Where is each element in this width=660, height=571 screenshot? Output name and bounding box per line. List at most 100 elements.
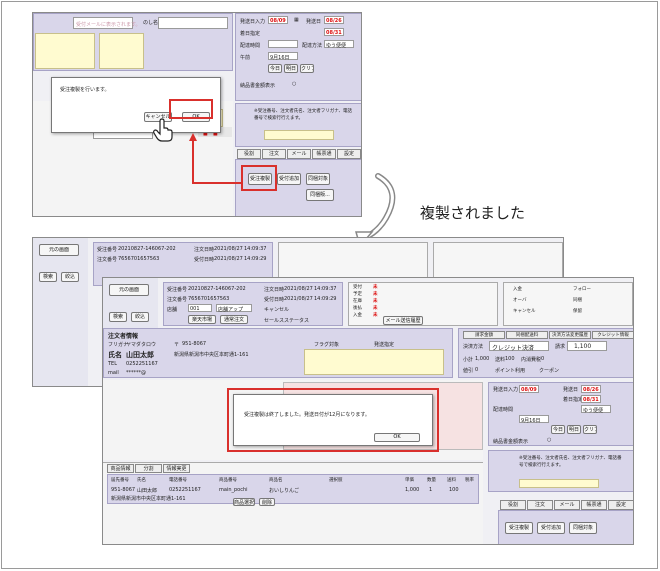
payment-tab-0[interactable]: 請求金額 bbox=[463, 331, 505, 339]
tab3-1[interactable]: 注文 bbox=[527, 500, 553, 510]
method-select[interactable]: ゆう便便 bbox=[324, 40, 354, 49]
payment-tab-1[interactable]: 同梱配送料 bbox=[506, 331, 548, 339]
search-button-3[interactable]: 検索 bbox=[109, 312, 127, 322]
method-label: 配達方法 bbox=[302, 43, 323, 49]
order-date-field[interactable]: 08/09 bbox=[268, 16, 288, 24]
column-header-3: 商品番号 bbox=[219, 478, 237, 483]
payment-method-select[interactable]: クレジット決済 bbox=[489, 341, 549, 352]
table-row[interactable]: 951-8067 山田太郎 0252251167 main_pochi おいしり… bbox=[109, 487, 477, 503]
order-date-field-3[interactable]: 08/09 bbox=[519, 385, 539, 393]
orderer-address: 新潟県新潟市中央区本町通1-161 bbox=[174, 352, 249, 358]
tab3-4[interactable]: 設定 bbox=[608, 500, 633, 510]
tab-1[interactable]: 注文 bbox=[262, 149, 286, 159]
column-header-1: 氏名 bbox=[137, 478, 146, 483]
method-select-3[interactable]: ゆう便便 bbox=[581, 405, 611, 414]
note-textarea-2[interactable] bbox=[99, 33, 144, 69]
tab3-0[interactable]: 役割 bbox=[500, 500, 526, 510]
rakuten-button[interactable]: 楽天市場 bbox=[188, 315, 216, 324]
search-button[interactable]: 検索 bbox=[39, 272, 57, 282]
tab-0[interactable]: 役割 bbox=[237, 149, 261, 159]
mail-value: ******@ bbox=[126, 370, 146, 376]
arrive-field[interactable]: 08/31 bbox=[324, 28, 344, 36]
order-number-3: 20210827-146067-202 bbox=[188, 286, 246, 292]
page-frame: 受付メールに表示されます。 のし名 発送日入力 08/09 ▦ 発送日 08/2… bbox=[1, 1, 658, 569]
right-flag-grid-3 bbox=[503, 282, 633, 326]
invoice-toggle-icon[interactable]: ○ bbox=[292, 81, 296, 87]
same-target-button[interactable]: 同梱対象 bbox=[306, 173, 330, 185]
append-button[interactable]: 受付追加 bbox=[277, 173, 301, 185]
search-input-3[interactable] bbox=[519, 479, 599, 488]
tab-3[interactable]: 帳票通 bbox=[312, 149, 336, 159]
same-add-button[interactable]: 同梱販... bbox=[306, 189, 334, 201]
invoice-label: 納品書金額表示 bbox=[240, 83, 276, 89]
tel-value: 0252251167 bbox=[126, 361, 158, 367]
delete-row-button[interactable]: 削除 bbox=[259, 498, 275, 506]
time-field-3[interactable]: 9月16日 bbox=[519, 415, 549, 424]
flag-mark-3: 未 bbox=[373, 306, 378, 311]
ship-date-field-3[interactable]: 08/26 bbox=[581, 385, 601, 393]
column-header-4: 商品名 bbox=[269, 478, 283, 483]
product-select-button[interactable]: 商品選択 bbox=[233, 498, 255, 506]
flag-grid-3 bbox=[348, 282, 498, 326]
same-target-button-3[interactable]: 同梱対象 bbox=[569, 522, 597, 534]
store-name[interactable]: 店舗アップ bbox=[216, 304, 252, 313]
column-header-8: 送料 bbox=[447, 478, 456, 483]
column-header-5: 選択肢 bbox=[329, 478, 343, 483]
copy-order-button-3[interactable]: 受注複製 bbox=[505, 522, 533, 534]
right-flag-0: 入金 bbox=[513, 287, 522, 292]
normal-order-button[interactable]: 通常注文 bbox=[220, 315, 248, 324]
right-flag-5: 保留 bbox=[573, 309, 582, 314]
tab-2[interactable]: メール bbox=[287, 149, 311, 159]
order-header-3: 受注番号 20210827-146067-202 注文日時 2021/08/27… bbox=[163, 282, 343, 326]
flag-label-3: 後払 bbox=[353, 306, 362, 311]
flag-mark-2: 未 bbox=[373, 299, 378, 304]
product-tab-0[interactable]: 商品情報 bbox=[107, 464, 134, 473]
search-input[interactable] bbox=[264, 130, 334, 140]
today-button[interactable]: 今日 bbox=[268, 64, 282, 73]
back-button-3[interactable]: 元の画面 bbox=[109, 284, 149, 296]
today-button-3[interactable]: 今日 bbox=[551, 425, 565, 434]
note-textarea[interactable] bbox=[35, 33, 95, 69]
right-flag-1: フォロー bbox=[573, 287, 591, 292]
mail-history-button[interactable]: メール送信履歴 bbox=[383, 316, 423, 325]
zip-value: 951-8067 bbox=[182, 341, 207, 347]
column-header-0: 届先番号 bbox=[111, 478, 129, 483]
search-hint: ※受注番号、注文者氏名、注文者フリガナ、電話番号で検索行行えます。 bbox=[254, 109, 353, 121]
note-field[interactable] bbox=[158, 17, 228, 29]
tab3-3[interactable]: 帳票通 bbox=[581, 500, 607, 510]
flag-area[interactable] bbox=[304, 349, 444, 375]
payment-tab-3[interactable]: クレジット情報 bbox=[592, 331, 633, 339]
memo-field[interactable]: 受付メールに表示されます。 bbox=[73, 17, 141, 29]
flag-label-0: 受付 bbox=[353, 285, 362, 290]
tomorrow-button[interactable]: 明日 bbox=[284, 64, 298, 73]
flag-label-4: 入金 bbox=[353, 313, 362, 318]
payment-tab-2[interactable]: 決済方法変更履歴 bbox=[549, 331, 591, 339]
store-code[interactable]: 001 bbox=[188, 304, 212, 312]
calendar-icon[interactable]: ▦ bbox=[294, 17, 299, 23]
product-tab-1[interactable]: 分割 bbox=[135, 464, 162, 473]
append-button-3[interactable]: 受付追加 bbox=[537, 522, 565, 534]
refine-button-3[interactable]: 絞込 bbox=[131, 312, 149, 322]
refine-button[interactable]: 絞込 bbox=[61, 272, 79, 282]
invoice-toggle-icon-3[interactable]: ○ bbox=[547, 437, 551, 443]
arrive-field-3[interactable]: 08/31 bbox=[581, 395, 601, 403]
search-panel: ※受注番号、注文者氏名、注文者フリガナ、電話番号で検索行行えます。 bbox=[235, 103, 361, 147]
back-button[interactable]: 元の画面 bbox=[39, 244, 79, 256]
payment-panel: 決済方法 クレジット決済 請求 1,100 小計 1,000 送料 100 内消… bbox=[458, 328, 633, 378]
right-flag-2: オーバ bbox=[513, 298, 527, 303]
furigana-value: ヤマダタロウ bbox=[126, 342, 157, 348]
product-tab-2[interactable]: 情報実更 bbox=[163, 464, 190, 473]
time-field[interactable]: 9月16日 bbox=[268, 52, 298, 61]
tab-4[interactable]: 設定 bbox=[337, 149, 361, 159]
amount-field[interactable]: 1,100 bbox=[567, 341, 607, 351]
column-header-2: 電話番号 bbox=[169, 478, 187, 483]
ship-date-field[interactable]: 08/26 bbox=[324, 16, 344, 24]
flag-mark-0: 未 bbox=[373, 285, 378, 290]
tomorrow-button-3[interactable]: 明日 bbox=[567, 425, 581, 434]
dialog-highlight bbox=[227, 388, 439, 452]
clear-button-3[interactable]: クリア bbox=[583, 425, 597, 434]
tab3-2[interactable]: メール bbox=[554, 500, 580, 510]
column-header-9: 税率 bbox=[465, 478, 474, 483]
clear-button[interactable]: クリア bbox=[300, 64, 314, 73]
delivery-select[interactable] bbox=[268, 40, 298, 48]
